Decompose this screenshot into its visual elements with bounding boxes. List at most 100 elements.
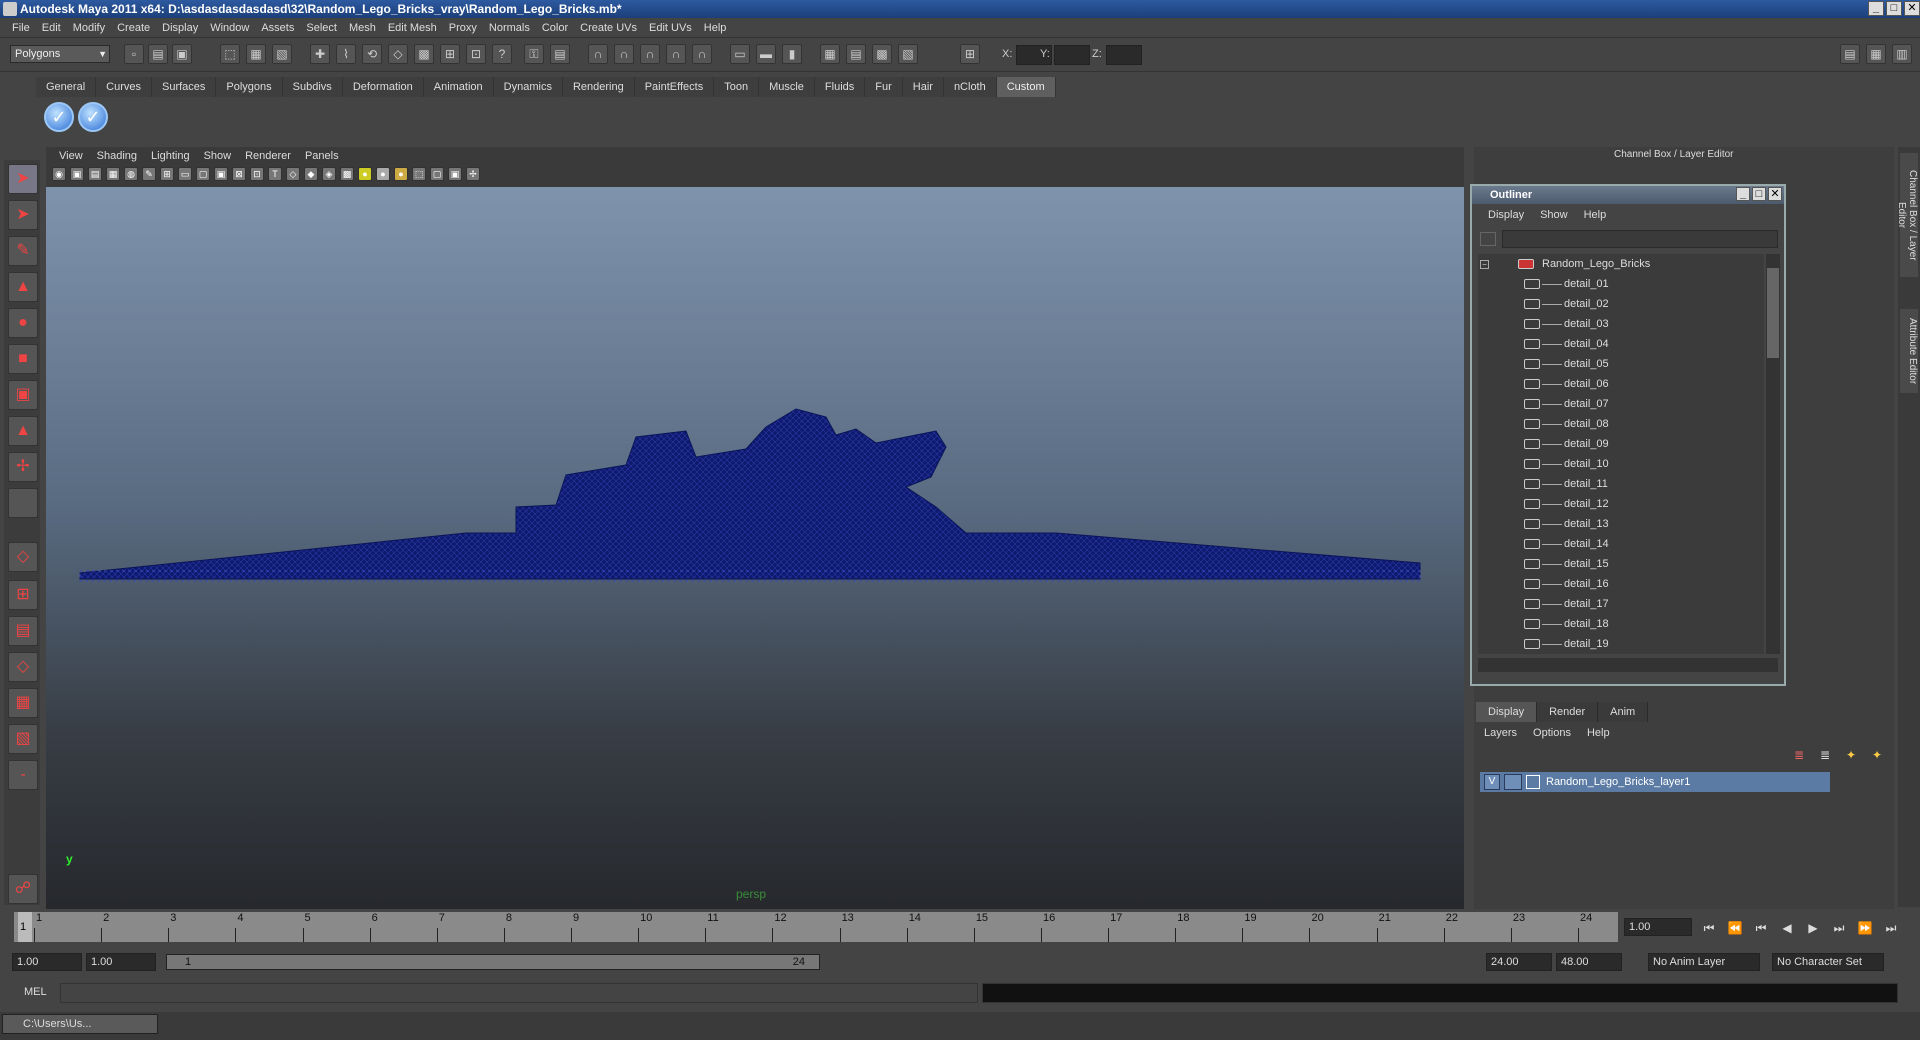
layer-tab-display[interactable]: Display [1476,702,1538,722]
render-view-icon[interactable]: ▦ [820,44,840,64]
layer-visibility-toggle[interactable]: V [1484,774,1500,790]
go-to-end-icon[interactable]: ⏭ [1882,920,1900,936]
shelf-tab-polygons[interactable]: Polygons [216,77,283,97]
textured-icon[interactable]: ▩ [340,167,354,181]
range-slider[interactable]: 1 24 [166,954,820,970]
shelf-tab-toon[interactable]: Toon [714,77,760,97]
list-item[interactable]: detail_07 [1478,394,1764,414]
input-icon[interactable]: ▤ [550,44,570,64]
outliner-horizontal-scrollbar[interactable] [1478,658,1778,672]
shadows-icon[interactable]: ● [376,167,390,181]
menu-edit-uvs[interactable]: Edit UVs [643,18,698,38]
manipulators-icon[interactable]: ✢ [466,167,480,181]
menu-modify[interactable]: Modify [67,18,111,38]
single-perspective-layout-icon[interactable]: ◇ [8,542,38,572]
command-input[interactable] [60,983,978,1003]
layout-options-icon[interactable]: - [8,760,38,790]
viewport-menu-panels[interactable]: Panels [298,147,346,165]
cloth-tool-icon[interactable]: ☍ [8,874,38,904]
list-item[interactable]: detail_17 [1478,594,1764,614]
select-tool-icon[interactable]: ➤ [8,164,38,194]
resolution-gate-icon[interactable]: ▢ [196,167,210,181]
time-slider[interactable]: 1 1 2 3 4 5 6 7 8 9 10 11 12 13 14 15 16 17 18 19 20 21 22 23 2… [14,912,1618,942]
menu-proxy[interactable]: Proxy [443,18,483,38]
snap-curve-icon[interactable]: ⌇ [336,44,356,64]
wireframe-on-shaded-icon[interactable]: ◈ [322,167,336,181]
layer-tab-anim[interactable]: Anim [1598,702,1649,722]
hypershade-persp-layout-icon[interactable]: ▦ [8,688,38,718]
menu-mesh[interactable]: Mesh [343,18,382,38]
layer-display-type-toggle[interactable] [1504,774,1522,790]
menu-help[interactable]: Help [698,18,733,38]
character-set-dropdown[interactable]: No Character Set [1772,953,1884,971]
shelf-tab-ncloth[interactable]: nCloth [943,77,997,97]
grid-icon[interactable]: ⊞ [160,167,174,181]
render-current-icon[interactable]: ▬ [756,44,776,64]
shelf-tab-curves[interactable]: Curves [96,77,152,97]
universal-manipulator-icon[interactable]: ▣ [8,380,38,410]
list-item[interactable]: detail_09 [1478,434,1764,454]
list-item[interactable]: detail_08 [1478,414,1764,434]
xray-icon[interactable]: ▢ [430,167,444,181]
select-object-icon[interactable]: ▦ [246,44,266,64]
magnet-point-icon[interactable]: ∩ [640,44,660,64]
list-item[interactable]: detail_01 [1478,274,1764,294]
list-item[interactable]: detail_11 [1478,474,1764,494]
menu-set-dropdown[interactable]: Polygons ▼ [10,45,110,63]
animation-start-field[interactable]: 1.00 [12,953,82,971]
side-tab-channel-box[interactable]: Channel Box / Layer Editor [1896,153,1918,277]
y-field[interactable] [1054,45,1090,65]
shelf-tab-fluids[interactable]: Fluids [814,77,866,97]
outliner-minimize-button[interactable]: _ [1736,187,1750,201]
shelf-tab-custom[interactable]: Custom [996,77,1056,97]
menu-normals[interactable]: Normals [483,18,536,38]
outliner-menu-help[interactable]: Help [1576,206,1615,224]
layer-menu-options[interactable]: Options [1525,724,1579,742]
play-backwards-icon[interactable]: ◀ [1778,920,1796,936]
new-layer-icon[interactable]: ≣ [1794,748,1812,764]
rotate-tool-icon[interactable]: ● [8,308,38,338]
list-item[interactable]: detail_06 [1478,374,1764,394]
list-item[interactable]: detail_02 [1478,294,1764,314]
outliner-maximize-button[interactable]: □ [1752,187,1766,201]
select-hierarchy-icon[interactable]: ⬚ [220,44,240,64]
menu-window[interactable]: Window [204,18,255,38]
grease-pencil-icon[interactable]: ✎ [142,167,156,181]
viewport-menu-lighting[interactable]: Lighting [144,147,197,165]
minimized-window[interactable]: C:\Users\Us... [2,1014,158,1034]
shelf-tab-rendering[interactable]: Rendering [562,77,635,97]
magnet-icon[interactable]: ∩ [588,44,608,64]
menu-assets[interactable]: Assets [255,18,300,38]
help-icon[interactable]: ? [492,44,512,64]
ipr-render-icon[interactable]: ▮ [782,44,802,64]
magnet-live-icon[interactable]: ∩ [692,44,712,64]
safe-action-icon[interactable]: ⊡ [250,167,264,181]
snap-grid-icon[interactable]: ✚ [310,44,330,64]
step-back-frame-icon[interactable]: ⏪ [1726,920,1744,936]
use-all-lights-icon[interactable]: ● [358,167,372,181]
list-item[interactable]: detail_19 [1478,634,1764,654]
layer-tab-render[interactable]: Render [1537,702,1599,722]
anim-layer-dropdown[interactable]: No Anim Layer [1648,953,1760,971]
outliner-search-input[interactable] [1502,230,1778,248]
hypershade-icon[interactable]: ▩ [872,44,892,64]
list-item[interactable]: detail_13 [1478,514,1764,534]
shelf-tab-muscle[interactable]: Muscle [759,77,815,97]
close-button[interactable]: ✕ [1904,1,1920,16]
list-item[interactable]: detail_10 [1478,454,1764,474]
snap-point-icon[interactable]: ⟲ [362,44,382,64]
paint-select-tool-icon[interactable]: ✎ [8,236,38,266]
list-item[interactable]: detail_18 [1478,614,1764,634]
make-live-icon[interactable]: ▩ [414,44,434,64]
new-layer-selected-icon[interactable]: ✦ [1846,748,1864,764]
collapse-icon[interactable]: − [1480,260,1489,269]
layer-color-swatch[interactable] [1526,775,1540,789]
shelf-tab-hair[interactable]: Hair [902,77,944,97]
menu-file[interactable]: File [6,18,36,38]
step-back-key-icon[interactable]: ⏮ [1752,920,1770,936]
play-forwards-icon[interactable]: ▶ [1804,920,1822,936]
list-item[interactable]: detail_05 [1478,354,1764,374]
menu-edit[interactable]: Edit [36,18,67,38]
current-time-field[interactable]: 1.00 [1624,918,1692,936]
save-scene-icon[interactable]: ▣ [172,44,192,64]
